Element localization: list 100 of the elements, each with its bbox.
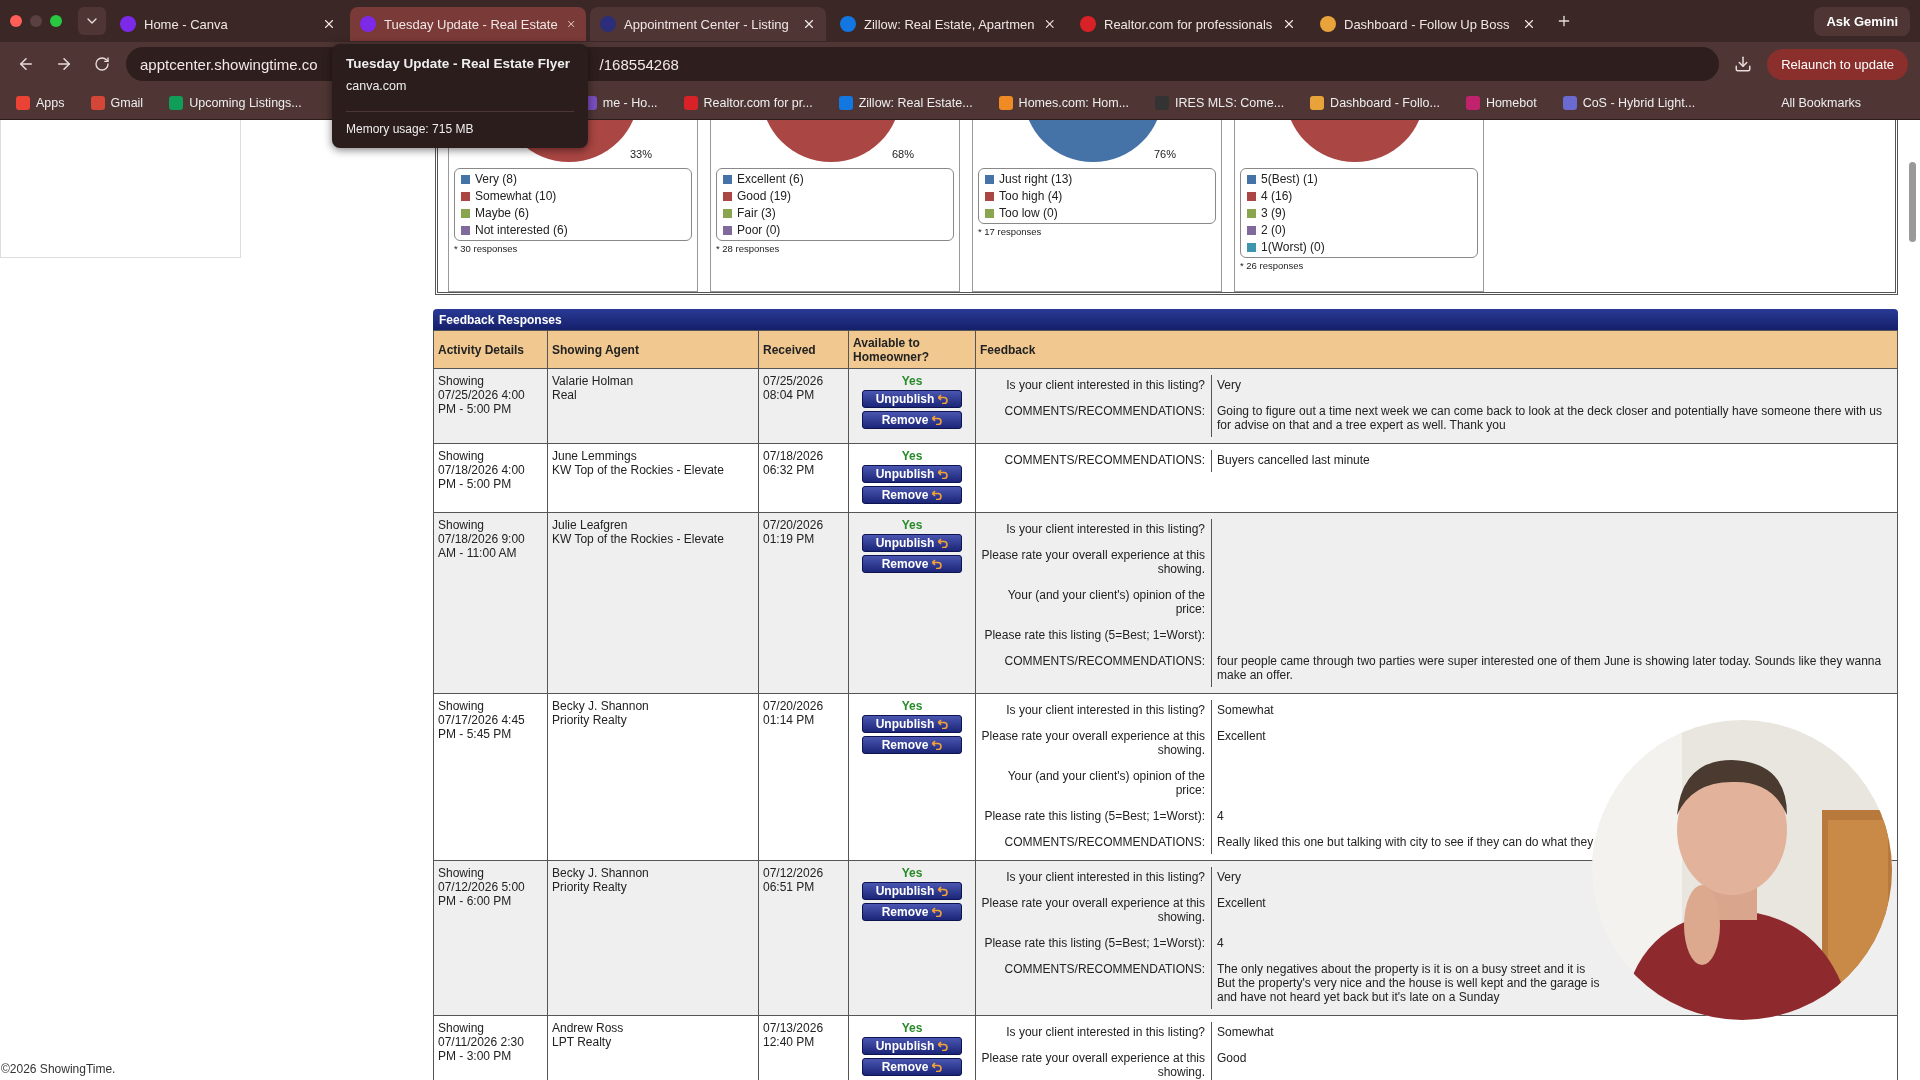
memory-usage: Memory usage: 715 MB — [346, 111, 574, 136]
agent-name: Becky J. Shannon — [552, 699, 650, 713]
reload-icon — [94, 56, 110, 72]
remove-button[interactable]: Remove — [862, 903, 962, 921]
bookmark[interactable]: Homebot — [1461, 93, 1541, 112]
maximize-window-button[interactable] — [50, 15, 62, 27]
legend-item: Too low (0) — [985, 206, 1209, 220]
browser-tab[interactable]: Dashboard - Follow Up Boss — [1310, 7, 1546, 41]
undo-arrow-icon — [938, 1041, 949, 1051]
unpublish-button[interactable]: Unpublish — [862, 882, 962, 900]
agent-name: Julie Leafgren — [552, 518, 629, 532]
close-window-button[interactable] — [10, 15, 22, 27]
all-bookmarks-button[interactable]: All Bookmarks — [1777, 93, 1866, 112]
agent-name: Andrew Ross — [552, 1021, 625, 1035]
favicon-icon — [1320, 16, 1336, 32]
tab-search-button[interactable] — [78, 7, 106, 35]
availability-status: Yes — [900, 449, 924, 463]
bookmark[interactable]: Homes.com: Hom... — [994, 93, 1134, 112]
responses-note: * 28 responses — [716, 243, 781, 254]
close-icon[interactable] — [1282, 17, 1296, 31]
unpublish-button[interactable]: Unpublish — [862, 1037, 962, 1055]
table-cell: 07/18/2026 06:32 PM — [758, 443, 849, 513]
bookmark-icon — [683, 95, 698, 110]
bookmark[interactable]: Upcoming Listings... — [165, 93, 306, 112]
bookmark[interactable]: Dashboard - Follo... — [1306, 93, 1444, 112]
legend-item: 4 (16) — [1247, 189, 1471, 203]
remove-button[interactable]: Remove — [862, 1058, 962, 1076]
tooltip-title: Tuesday Update - Real Estate Flyer — [346, 56, 572, 71]
percent-label: 76% — [1153, 148, 1176, 160]
responses-note: * 26 responses — [1240, 260, 1305, 271]
unpublish-button[interactable]: Unpublish — [862, 390, 962, 408]
legend-item: Good (19) — [723, 189, 947, 203]
feedback-answer: Buyers cancelled last minute — [1216, 452, 1371, 469]
feedback-question: COMMENTS/RECOMMENDATIONS: — [1003, 403, 1206, 420]
remove-button[interactable]: Remove — [862, 486, 962, 504]
availability-status: Yes — [900, 518, 924, 532]
section-title: Feedback Responses — [433, 309, 1898, 330]
favicon-icon — [1080, 16, 1096, 32]
table-cell: Showing 07/25/2026 4:00 PM - 5:00 PM — [433, 368, 548, 444]
close-icon[interactable] — [1522, 17, 1536, 31]
unpublish-button[interactable]: Unpublish — [862, 534, 962, 552]
relaunch-button[interactable]: Relaunch to update — [1767, 48, 1908, 80]
legend-item: Poor (0) — [723, 223, 947, 237]
column-header: Available to Homeowner? — [848, 330, 976, 369]
feedback-question: Please rate your overall experience at this showing. — [980, 895, 1206, 926]
unpublish-button[interactable]: Unpublish — [862, 715, 962, 733]
legend-item: Not interested (6) — [461, 223, 685, 237]
feedback-question: Please rate this listing (5=Best; 1=Worst): — [983, 808, 1206, 825]
feedback-question: Please rate your overall experience at this showing. — [980, 728, 1206, 759]
undo-arrow-icon — [932, 415, 943, 425]
bookmark-icon — [16, 95, 30, 110]
responses-note: * 17 responses — [978, 226, 1043, 237]
agent-office: KW Top of the Rockies - Elevate — [552, 532, 725, 546]
tooltip-site: canva.com — [346, 79, 408, 93]
bookmark-icon — [1155, 95, 1170, 110]
feedback-question: Is your client interested in this listing? — [1005, 521, 1206, 538]
table-cell: 07/20/2026 01:19 PM — [758, 512, 849, 694]
scrollbar[interactable] — [1909, 162, 1916, 242]
legend-item: Maybe (6) — [461, 206, 685, 220]
remove-button[interactable]: Remove — [862, 555, 962, 573]
browser-tab[interactable]: Zillow: Real Estate, Apartmen — [830, 7, 1066, 41]
percent-label: 33% — [629, 148, 652, 160]
bookmark[interactable]: IRES MLS: Come... — [1151, 93, 1289, 112]
close-icon[interactable] — [322, 17, 336, 31]
remove-button[interactable]: Remove — [862, 736, 962, 754]
bookmark[interactable]: Zillow: Real Estate... — [834, 93, 977, 112]
bookmark-icon — [838, 95, 853, 110]
forward-arrow-icon — [55, 55, 73, 73]
ask-gemini-button[interactable]: Ask Gemini — [1814, 6, 1910, 36]
feedback-question: Is your client interested in this listing? — [1005, 702, 1206, 719]
bookmark[interactable]: Apps — [12, 93, 69, 112]
column-header: Showing Agent — [547, 330, 759, 369]
feedback-answer-line: But the property's very nice and the house is well kept and the garage is — [1217, 976, 1601, 990]
percent-label: 68% — [891, 148, 914, 160]
unpublish-button[interactable]: Unpublish — [862, 465, 962, 483]
feedback-answer: Excellent — [1216, 895, 1267, 912]
close-icon[interactable] — [802, 17, 816, 31]
bookmark[interactable]: Gmail — [86, 93, 148, 112]
undo-arrow-icon — [938, 538, 949, 548]
bookmark-icon — [90, 95, 105, 110]
browser-tab[interactable]: Home - Canva — [110, 7, 346, 41]
feedback-question: Please rate this listing (5=Best; 1=Worst): — [983, 935, 1206, 952]
remove-button[interactable]: Remove — [862, 411, 962, 429]
availability-status: Yes — [900, 866, 924, 880]
legend-item: 5(Best) (1) — [1247, 172, 1471, 186]
undo-arrow-icon — [932, 490, 943, 500]
feedback-answer-line: The only negatives about the property is it is on a busy street and it is — [1217, 962, 1587, 976]
table-cell: Showing 07/11/2026 2:30 PM - 3:00 PM — [433, 1015, 548, 1080]
availability-status: Yes — [900, 374, 924, 388]
browser-tab[interactable]: Appointment Center - Listing — [590, 7, 826, 41]
bookmark[interactable]: Realtor.com for pr... — [679, 93, 817, 112]
undo-arrow-icon — [938, 394, 949, 404]
bookmark-icon — [998, 95, 1013, 110]
table-cell: Showing 07/18/2026 9:00 AM - 11:00 AM — [433, 512, 548, 694]
favicon-icon — [840, 16, 856, 32]
browser-tab[interactable]: Tuesday Update - Real Estate — [350, 7, 586, 41]
bookmark[interactable]: CoS - Hybrid Light... — [1558, 93, 1700, 112]
availability-status: Yes — [900, 1021, 924, 1035]
feedback-answer: Good — [1216, 1050, 1248, 1067]
browser-tab[interactable]: Realtor.com for professionals — [1070, 7, 1306, 41]
